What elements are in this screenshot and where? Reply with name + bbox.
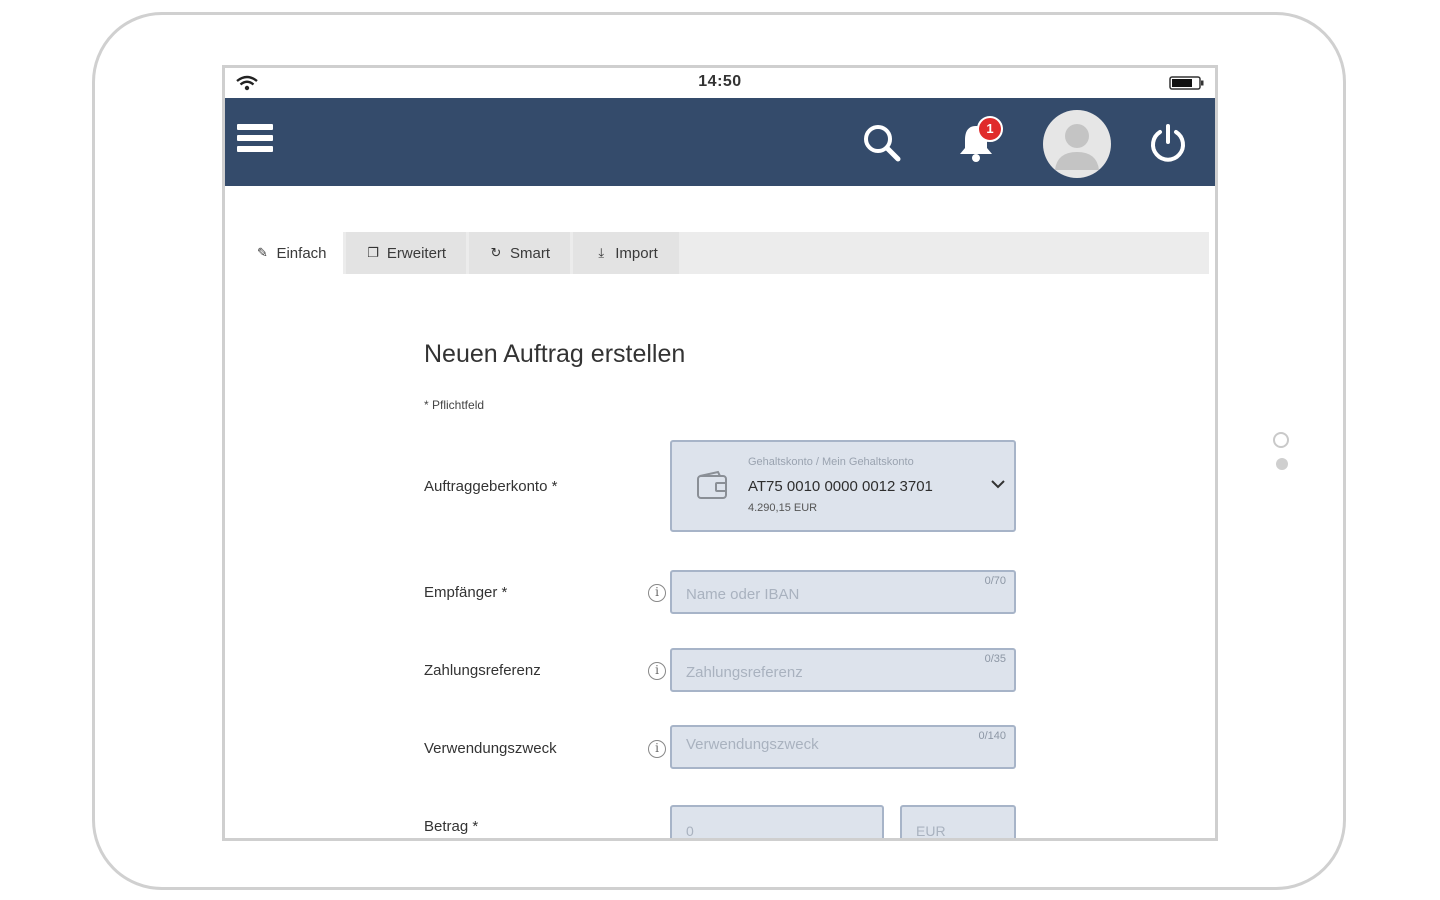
auftraggeberkonto-label: Auftraggeberkonto * (424, 478, 558, 495)
amount-input[interactable]: 0 (670, 805, 884, 839)
required-note: * Pflichtfeld (424, 398, 485, 412)
account-name: Gehaltskonto / Mein Gehaltskonto (748, 456, 914, 468)
user-silhouette-icon (1055, 124, 1099, 170)
verwendungszweck-input[interactable]: Verwendungszweck 0/140 (670, 725, 1016, 769)
tablet-sensor (1276, 458, 1288, 470)
wallet-icon (697, 470, 727, 499)
verwendungszweck-counter: 0/140 (978, 730, 1006, 742)
battery-icon (1169, 76, 1204, 90)
notification-badge: 1 (977, 116, 1003, 142)
info-icon[interactable]: i (648, 740, 666, 758)
status-time: 14:50 (698, 73, 742, 90)
tab-bar: ✎ Einfach ❐ Erweitert ↻ Smart ⤓ Import (239, 232, 1209, 274)
zahlungsreferenz-placeholder: Zahlungsreferenz (686, 664, 803, 681)
app-header: 1 (225, 98, 1215, 186)
copy-icon: ❐ (367, 245, 379, 260)
verwendungszweck-placeholder: Verwendungszweck (686, 736, 819, 753)
power-icon[interactable] (1147, 122, 1189, 164)
info-icon[interactable]: i (648, 584, 666, 602)
search-icon[interactable] (861, 122, 903, 164)
tab-label: Import (615, 244, 658, 262)
currency-select[interactable]: EUR (900, 805, 1016, 839)
zahlungsreferenz-label: Zahlungsreferenz (424, 662, 541, 679)
account-iban: AT75 0010 0000 0012 3701 (748, 478, 933, 495)
tab-erweitert[interactable]: ❐ Erweitert (346, 232, 466, 274)
tab-smart[interactable]: ↻ Smart (469, 232, 570, 274)
betrag-label: Betrag * (424, 818, 479, 835)
account-balance: 4.290,15 EUR (748, 502, 818, 514)
edit-icon: ✎ (257, 245, 268, 260)
form-content: Neuen Auftrag erstellen * Pflichtfeld Au… (239, 274, 1209, 839)
tab-einfach[interactable]: ✎ Einfach (239, 232, 343, 274)
chevron-down-icon (991, 480, 1005, 489)
empfaenger-placeholder: Name oder IBAN (686, 586, 800, 603)
empfaenger-input[interactable]: Name oder IBAN 0/70 (670, 570, 1016, 614)
zahlungsreferenz-input[interactable]: Zahlungsreferenz 0/35 (670, 648, 1016, 692)
tab-label: Einfach (276, 244, 327, 262)
tab-label: Erweitert (386, 244, 447, 262)
screen: 14:50 1 ✎ Einfach ❐ Erweitert ↻ Smart ⤓ … (222, 65, 1218, 841)
import-icon: ⤓ (598, 245, 605, 260)
empfaenger-counter: 0/70 (984, 575, 1006, 587)
info-icon[interactable]: i (648, 662, 666, 680)
zahlungsreferenz-counter: 0/35 (984, 653, 1006, 665)
avatar[interactable] (1043, 110, 1111, 178)
tab-import[interactable]: ⤓ Import (573, 232, 679, 274)
empfaenger-label: Empfänger * (424, 584, 508, 601)
verwendungszweck-label: Verwendungszweck (424, 740, 557, 757)
tablet-camera (1273, 432, 1289, 448)
smart-icon: ↻ (490, 245, 502, 260)
menu-icon[interactable] (237, 124, 273, 160)
page-title: Neuen Auftrag erstellen (424, 340, 686, 368)
account-select[interactable]: Gehaltskonto / Mein Gehaltskonto AT75 00… (670, 440, 1016, 532)
currency-value: EUR (916, 823, 946, 839)
tab-label: Smart (509, 244, 550, 262)
amount-placeholder: 0 (686, 823, 694, 839)
status-bar: 14:50 (225, 68, 1215, 98)
